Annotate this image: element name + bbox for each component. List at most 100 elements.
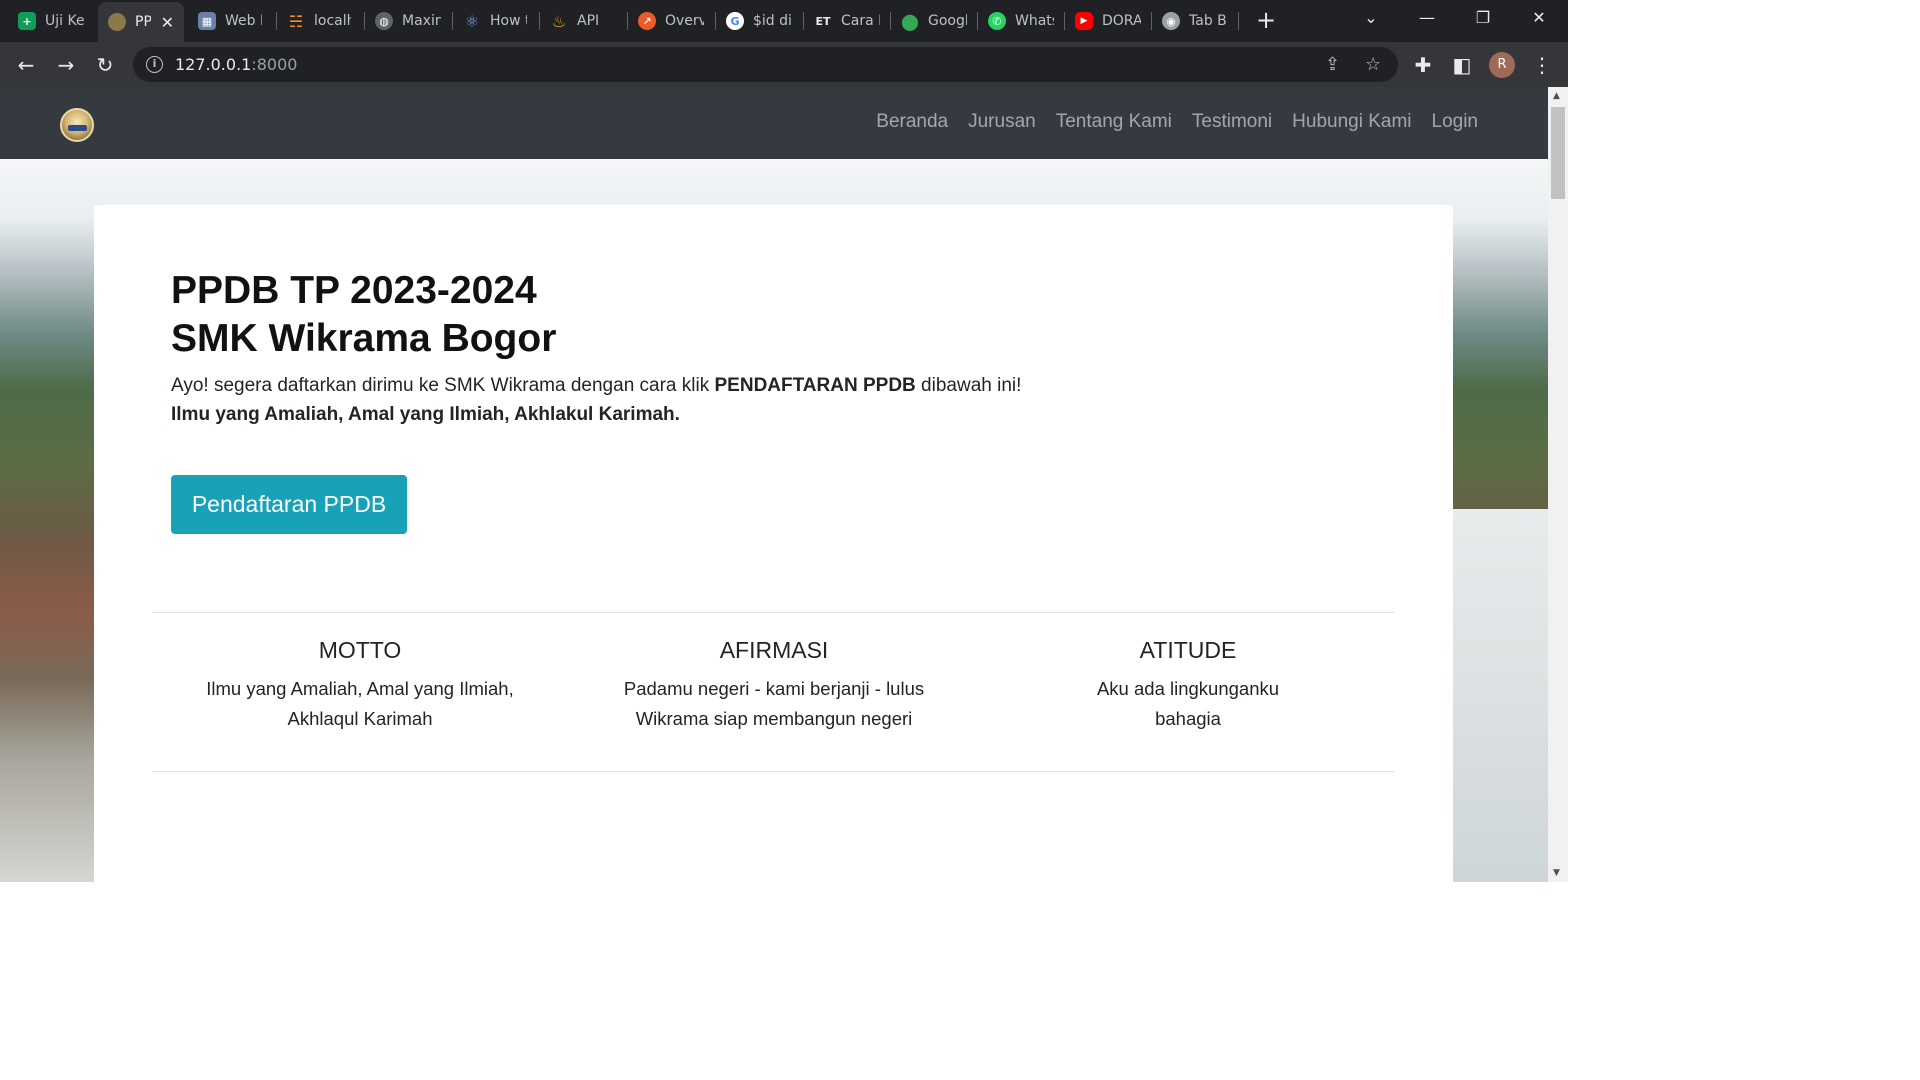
lead-sentence: Ayo! segera daftarkan dirimu ke SMK Wikr… [171,371,1021,400]
browser-tab[interactable]: ET Cara I [804,4,890,38]
tab-title: How t [490,13,527,29]
tagline: Ilmu yang Amaliah, Amal yang Ilmiah, Akh… [171,404,680,425]
sheets-icon: + [18,12,36,30]
bookmark-star-icon[interactable]: ☆ [1365,54,1381,75]
nav-link-testimoni[interactable]: Testimoni [1192,111,1272,133]
page-scrollbar[interactable]: ▲ ▼ [1548,87,1568,882]
youtube-icon: ▶ [1075,12,1093,30]
tab-title: PP [135,14,151,30]
nav-link-tentang-kami[interactable]: Tentang Kami [1056,111,1172,133]
tab-separator [1238,12,1239,30]
reload-icon[interactable]: ↻ [91,51,119,79]
nav-link-beranda[interactable]: Beranda [876,111,948,133]
tab-title: Web F [225,13,262,29]
profile-avatar[interactable]: R [1489,52,1515,78]
lead-text: Ayo! segera daftarkan dirimu ke SMK Wikr… [171,375,715,396]
browser-tab[interactable]: ◍ Maxin [365,4,451,38]
close-window-icon[interactable]: ✕ [1524,8,1554,27]
lead-text-end: dibawah ini! [915,375,1022,396]
browser-tab-strip: + Uji Ke PP ✕ ▦ Web F ☵ localh ◍ Maxin ⚛… [0,0,1568,42]
side-panel-icon[interactable]: ◧ [1448,51,1476,79]
nav-link-jurusan[interactable]: Jurusan [968,111,1036,133]
value-column-atitude: ATITUDE Aku ada lingkunganku bahagia [981,633,1395,734]
lead-bold-text: PENDAFTARAN PPDB [714,375,916,396]
browser-tab[interactable]: ◉ Tab B [1152,4,1236,38]
address-bar[interactable]: i 127.0.0.1:8000 ⇪ ☆ [133,47,1398,82]
browser-tab[interactable]: ⚛ How t [453,4,537,38]
value-column-motto: MOTTO Ilmu yang Amaliah, Amal yang Ilmia… [153,633,567,734]
browser-tab[interactable]: ▦ Web F [188,4,272,38]
whatsapp-icon: ✆ [988,12,1006,30]
tab-title: Uji Ke [45,13,85,29]
postman-icon: ↗ [638,12,656,30]
pendaftaran-ppdb-button[interactable]: Pendaftaran PPDB [171,475,407,534]
browser-tab[interactable]: ⬤ Googl [891,4,977,38]
new-tab-button[interactable]: + [1253,8,1279,34]
value-title: ATITUDE [1139,637,1237,663]
browser-tab[interactable]: ☵ localh [277,4,361,38]
restore-icon[interactable]: ❐ [1468,8,1498,27]
nav-link-login[interactable]: Login [1432,111,1479,133]
menu-kebab-icon[interactable]: ⋮ [1528,51,1556,79]
page-title: PPDB TP 2023-2024 SMK Wikrama Bogor [171,267,556,363]
share-icon[interactable]: ⇪ [1325,54,1340,75]
close-tab-icon[interactable]: ✕ [161,13,174,32]
nav-links: Beranda Jurusan Tentang Kami Testimoni H… [856,111,1478,133]
url-port: :8000 [251,55,298,74]
browser-tab[interactable]: ✆ Whats [978,4,1064,38]
react-icon: ⚛ [464,11,480,31]
tab-title: localh [314,13,351,29]
page-viewport: Beranda Jurusan Tentang Kami Testimoni H… [0,87,1548,882]
browser-tab[interactable]: + Uji Ke [8,4,96,38]
scroll-up-icon[interactable]: ▲ [1553,91,1560,101]
tab-title: Overv [665,13,704,29]
value-text: Aku ada lingkunganku bahagia [1096,678,1280,729]
url-text: 127.0.0.1:8000 [175,55,297,74]
hero-lead: Ayo! segera daftarkan dirimu ke SMK Wikr… [171,371,1021,429]
browser-tab[interactable]: ♨ API [540,4,626,38]
site-navbar: Beranda Jurusan Tentang Kami Testimoni H… [0,87,1548,159]
value-title: MOTTO [318,637,402,663]
divider [152,612,1395,613]
school-logo-icon [108,13,126,31]
extensions-icon[interactable]: ✚ [1409,51,1437,79]
xampp-icon: ☵ [288,11,304,31]
browser-tab-active[interactable]: PP ✕ [98,2,184,42]
browser-tab[interactable]: G $id di [716,4,802,38]
forward-icon[interactable]: → [52,51,80,79]
building-icon: ▦ [198,12,216,30]
globe-icon: ◍ [375,12,393,30]
site-info-icon[interactable]: i [146,56,163,73]
fire-icon: ♨ [551,11,567,31]
url-host: 127.0.0.1 [175,55,252,74]
tab-title: API [577,13,600,29]
tab-title: $id di [753,13,792,29]
et-icon: ET [815,14,831,28]
divider [152,771,1395,772]
value-title: AFIRMASI [719,637,829,663]
value-text: Ilmu yang Amaliah, Amal yang Ilmiah, Akh… [206,678,514,729]
browser-tab[interactable]: ▶ DORA [1065,4,1151,38]
tab-title: Whats [1015,13,1054,29]
maps-pin-icon: ⬤ [901,11,919,31]
tab-title: Cara I [841,13,880,29]
browser-toolbar: ← → ↻ i 127.0.0.1:8000 ⇪ ☆ ✚ ◧ R ⋮ [0,42,1568,87]
tab-title: Maxin [402,13,441,29]
back-icon[interactable]: ← [12,51,40,79]
nav-link-hubungi-kami[interactable]: Hubungi Kami [1292,111,1411,133]
value-text: Padamu negeri - kami berjanji - lulus Wi… [623,678,925,729]
tab-title: DORA [1102,13,1141,29]
scrollbar-thumb[interactable] [1551,107,1565,199]
chrome-icon: ◉ [1162,12,1180,30]
title-line-2: SMK Wikrama Bogor [171,317,557,360]
minimize-icon[interactable]: — [1412,8,1442,27]
browser-tab[interactable]: ↗ Overv [628,4,714,38]
background-building [1452,509,1548,882]
scroll-down-icon[interactable]: ▼ [1553,868,1560,878]
google-icon: G [726,12,744,30]
tab-search-icon[interactable]: ⌄ [1356,8,1386,27]
tab-title: Googl [928,13,967,29]
school-logo[interactable] [60,108,94,142]
title-line-1: PPDB TP 2023-2024 [171,269,537,312]
tab-title: Tab B [1189,13,1226,29]
